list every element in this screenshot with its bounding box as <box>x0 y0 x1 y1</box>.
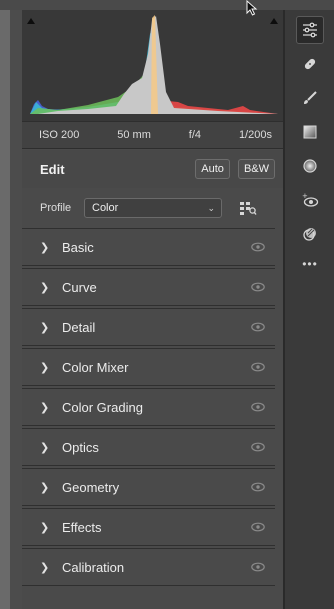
section-optics[interactable]: ❯ Optics <box>22 428 275 466</box>
chevron-right-icon: ❯ <box>40 481 50 494</box>
iso-value: ISO 200 <box>39 129 80 141</box>
section-color-mixer[interactable]: ❯ Color Mixer <box>22 348 275 386</box>
shutter-speed-value: 1/200s <box>238 129 272 141</box>
chevron-right-icon: ❯ <box>40 441 50 454</box>
chevron-right-icon: ❯ <box>40 361 50 374</box>
histogram-graph <box>30 15 278 114</box>
healing-bandage-icon[interactable] <box>296 50 324 78</box>
chevron-right-icon: ❯ <box>40 321 50 334</box>
right-edge <box>326 10 334 609</box>
profile-dropdown[interactable]: Color ⌄ <box>84 198 222 218</box>
section-label: Color Mixer <box>62 359 129 375</box>
visibility-eye-icon[interactable] <box>251 362 265 372</box>
red-eye-icon[interactable]: + <box>296 186 324 214</box>
tool-strip: + ••• <box>296 10 324 280</box>
auto-button[interactable]: Auto <box>195 159 230 179</box>
linear-gradient-icon[interactable] <box>296 118 324 146</box>
black-and-white-button[interactable]: B&W <box>237 159 275 179</box>
section-basic[interactable]: ❯ Basic <box>22 228 275 266</box>
section-label: Optics <box>62 439 99 455</box>
section-label: Color Grading <box>62 399 143 415</box>
visibility-eye-icon[interactable] <box>251 402 265 412</box>
chevron-right-icon: ❯ <box>40 521 50 534</box>
section-curve[interactable]: ❯ Curve <box>22 268 275 306</box>
section-label: Basic <box>62 239 94 255</box>
edit-panel: ISO 200 50 mm f/4 1/200s Edit Auto B&W P… <box>22 10 283 609</box>
brush-icon[interactable] <box>296 84 324 112</box>
presets-icon[interactable] <box>296 220 324 248</box>
histogram <box>22 10 283 122</box>
visibility-eye-icon[interactable] <box>251 442 265 452</box>
chevron-right-icon: ❯ <box>40 241 50 254</box>
section-detail[interactable]: ❯ Detail <box>22 308 275 346</box>
section-label: Calibration <box>62 559 125 575</box>
visibility-eye-icon[interactable] <box>251 242 265 252</box>
radial-gradient-icon[interactable] <box>296 152 324 180</box>
edit-title: Edit <box>40 161 65 177</box>
panel-divider <box>283 10 285 609</box>
mouse-cursor-icon <box>246 0 258 16</box>
exif-info-bar: ISO 200 50 mm f/4 1/200s <box>22 122 283 149</box>
profile-label: Profile <box>40 202 72 214</box>
chevron-right-icon: ❯ <box>40 401 50 414</box>
section-label: Effects <box>62 519 102 535</box>
profile-row: Profile Color ⌄ <box>22 193 283 223</box>
canvas-edge <box>0 10 10 609</box>
chevron-down-icon: ⌄ <box>207 203 215 213</box>
section-color-grading[interactable]: ❯ Color Grading <box>22 388 275 426</box>
visibility-eye-icon[interactable] <box>251 282 265 292</box>
focal-length-value: 50 mm <box>117 129 151 141</box>
profile-browser-icon[interactable] <box>239 200 257 216</box>
section-label: Curve <box>62 279 97 295</box>
section-label: Detail <box>62 319 96 335</box>
chevron-right-icon: ❯ <box>40 281 50 294</box>
section-effects[interactable]: ❯ Effects <box>22 508 275 546</box>
aperture-value: f/4 <box>188 129 202 141</box>
left-gutter <box>0 10 22 609</box>
chevron-right-icon: ❯ <box>40 561 50 574</box>
section-label: Geometry <box>62 479 120 495</box>
visibility-eye-icon[interactable] <box>251 482 265 492</box>
profile-selected-value: Color <box>92 202 119 214</box>
edit-sliders-icon[interactable] <box>296 16 324 44</box>
section-calibration[interactable]: ❯ Calibration <box>22 548 275 586</box>
top-bar <box>0 0 334 10</box>
visibility-eye-icon[interactable] <box>251 322 265 332</box>
visibility-eye-icon[interactable] <box>251 562 265 572</box>
more-icon[interactable]: ••• <box>296 250 324 278</box>
histogram-luminance <box>38 16 278 114</box>
section-geometry[interactable]: ❯ Geometry <box>22 468 275 506</box>
visibility-eye-icon[interactable] <box>251 522 265 532</box>
edit-header: Edit Auto B&W <box>22 150 283 188</box>
